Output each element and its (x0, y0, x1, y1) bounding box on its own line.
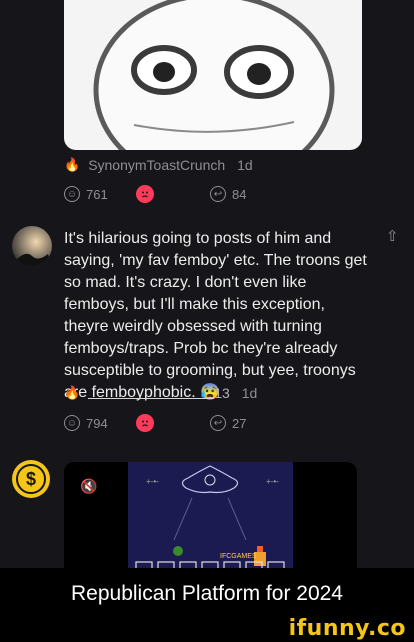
mute-icon[interactable]: 🔇 (80, 478, 97, 495)
avatar[interactable] (12, 226, 52, 266)
comment-icon: ↩ (210, 186, 226, 202)
post-author-row: 🔥 SynonymToastCrunch 1d (64, 157, 253, 173)
comment-icon: ↩ (210, 415, 226, 431)
svg-text:+-•-: +-•- (146, 477, 159, 486)
unsmile-button[interactable] (136, 185, 154, 205)
post-username[interactable]: SynonymToastCrunch (88, 157, 225, 173)
comment-smile-count: 794 (86, 415, 108, 431)
unsmile-icon (136, 185, 154, 203)
comment-author-row: 🔥 13 1d (64, 385, 257, 401)
smile-action[interactable]: ☺ 761 (64, 186, 108, 202)
coin-icon[interactable]: $ (12, 460, 50, 498)
comment-text: It's hilarious going to posts of him and… (64, 230, 367, 401)
game-overlay-text: IFCGAMES (220, 553, 257, 560)
comment-count: 84 (232, 186, 247, 202)
comment-replies-action[interactable]: ↩ 27 (210, 415, 246, 431)
game-screen: +-•- +-•- IFCGAMES (128, 462, 293, 572)
fire-icon: 🔥 (64, 385, 81, 400)
comment-username-suffix[interactable]: 13 (214, 385, 230, 401)
comments-action[interactable]: ↩ 84 (210, 186, 246, 202)
smile-icon: ☺ (64, 415, 80, 431)
fire-icon: 🔥 (64, 157, 81, 172)
unsmile-icon (136, 414, 154, 432)
meme-image[interactable] (64, 0, 362, 150)
comment-reply-count: 27 (232, 415, 247, 431)
video-player[interactable]: 🔇 +-•- +-•- IFCGAMES (64, 462, 357, 572)
ifunny-watermark: ifunny.co (288, 616, 406, 641)
svg-text:+-•-: +-•- (266, 477, 279, 486)
share-icon[interactable]: ⇧ (386, 227, 399, 245)
post-time: 1d (237, 157, 253, 173)
caption-bar: Republican Platform for 2024 (0, 568, 414, 620)
comment-smile-action[interactable]: ☺ 794 (64, 415, 108, 431)
meme-face-drawing (93, 0, 335, 150)
comment-unsmile-button[interactable] (136, 414, 154, 434)
smile-icon: ☺ (64, 186, 80, 202)
caption-text: Republican Platform for 2024 (71, 582, 343, 605)
smile-count: 761 (86, 186, 108, 202)
comment-time: 1d (241, 385, 258, 401)
username-underline (88, 388, 215, 399)
